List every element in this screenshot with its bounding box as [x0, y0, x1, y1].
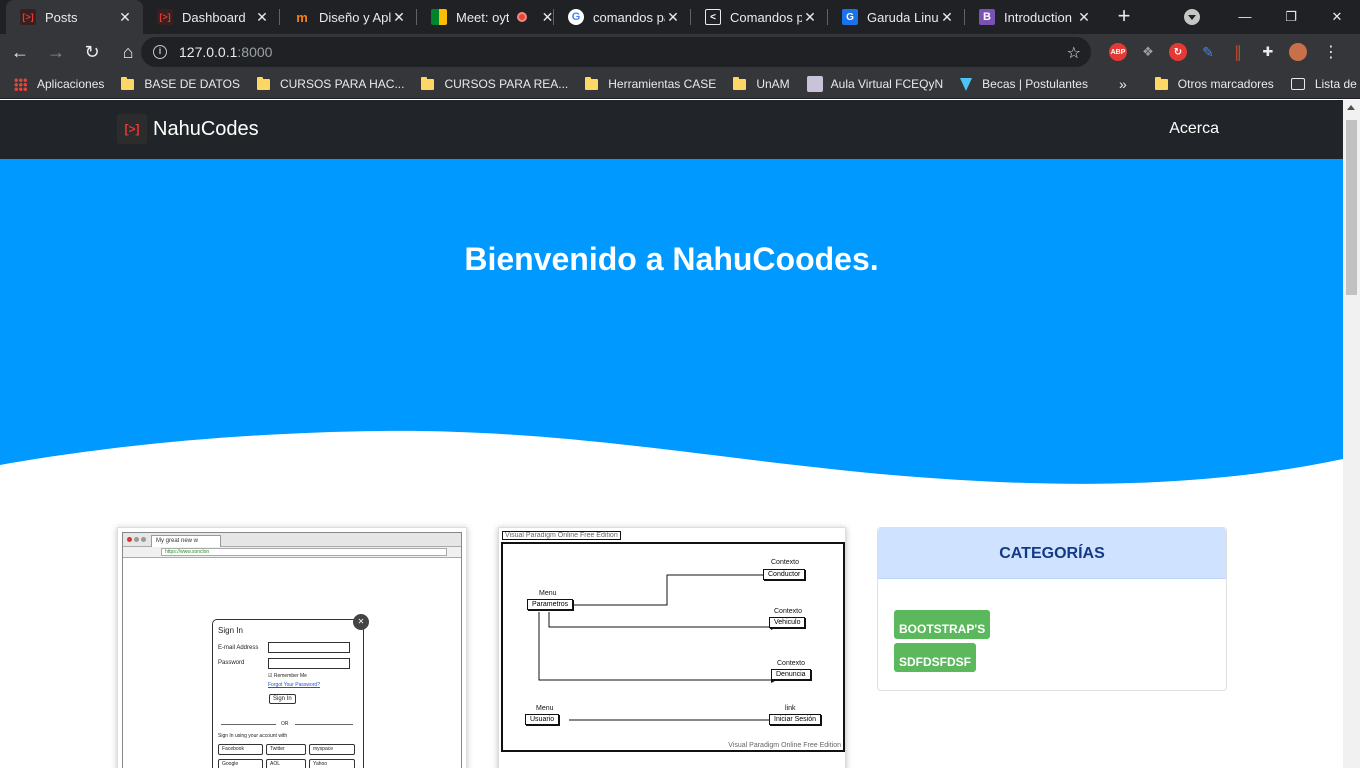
tab-dashboard[interactable]: [>] Dashboard ✕	[143, 0, 280, 34]
nav-link-acerca[interactable]: Acerca	[1169, 120, 1219, 138]
extensions-area: ABP ❖ ↻ ✎ ║ ✚ ⋮	[1103, 34, 1339, 70]
image-icon	[806, 76, 823, 92]
close-icon[interactable]: ✕	[802, 9, 818, 25]
reading-list-icon	[1290, 78, 1305, 90]
tab-title: Garuda Linux	[867, 9, 939, 25]
brand-name: NahuCodes	[153, 117, 259, 140]
browser-toolbar: ← → ↻ ⌂ i 127.0.0.1:8000 ☆ ABP ❖ ↻ ✎ ║ ✚…	[0, 34, 1360, 70]
garuda-icon: G	[842, 9, 858, 25]
page-scrollbar[interactable]	[1343, 100, 1360, 768]
site-info-icon[interactable]: i	[153, 45, 167, 59]
bootstrap-icon: B	[979, 9, 995, 25]
tab-search-icon[interactable]	[1184, 9, 1200, 25]
bookmarks-bar: Aplicaciones BASE DE DATOS CURSOS PARA H…	[0, 70, 1360, 99]
tab-title: Diseño y Aplic	[319, 9, 391, 25]
post-card[interactable]: Visual Paradigm Online Free Edition Menu…	[498, 527, 846, 768]
close-icon[interactable]: ✕	[1076, 9, 1092, 25]
folder-icon	[585, 76, 599, 90]
bookmark-becas[interactable]: Becas | Postulantes	[960, 77, 1088, 91]
code-icon: <	[705, 9, 721, 25]
nahucodes-icon: [>]	[157, 9, 173, 25]
site-navbar: [>] NahuCodes Acerca	[0, 100, 1343, 159]
more-menu-icon[interactable]: ⋮	[1323, 42, 1339, 62]
hero-title: Bienvenido a NahuCoodes.	[464, 241, 879, 277]
close-icon[interactable]: ✕	[391, 9, 407, 25]
close-icon[interactable]: ✕	[665, 9, 681, 25]
categories-card: CATEGORÍAS BOOTSTRAP'S SDFDSFDSF	[877, 527, 1227, 691]
apps-grid-icon	[14, 77, 27, 91]
sync-extension-icon[interactable]: ↻	[1169, 43, 1187, 61]
scroll-up-icon[interactable]	[1347, 105, 1355, 110]
reload-icon[interactable]: ↻	[76, 36, 108, 68]
bookmark-base-de-datos[interactable]: BASE DE DATOS	[121, 76, 240, 91]
triangle-icon	[960, 77, 973, 91]
more-bookmarks-button[interactable]: »	[1119, 76, 1127, 92]
post-image-wireframe: My great new w https://www.sonclon ✕ Sig…	[122, 532, 462, 768]
bookmark-herramientas-case[interactable]: Herramientas CASE	[585, 76, 716, 91]
bookmark-aula-virtual[interactable]: Aula Virtual FCEQyN	[806, 76, 943, 92]
tab-introduction[interactable]: B Introduction ✕	[965, 0, 1102, 34]
nahucodes-logo-icon: [>]	[117, 114, 147, 144]
tab-garuda[interactable]: G Garuda Linux ✕	[828, 0, 965, 34]
google-icon: G	[568, 9, 584, 25]
brand-link[interactable]: [>] NahuCodes	[117, 114, 259, 144]
post-card[interactable]: My great new w https://www.sonclon ✕ Sig…	[117, 527, 467, 768]
folder-icon	[421, 76, 435, 90]
tab-title: Dashboard	[182, 9, 246, 25]
recording-icon	[517, 12, 528, 22]
address-bar[interactable]: i 127.0.0.1:8000 ☆	[141, 37, 1091, 67]
close-icon[interactable]: ✕	[117, 9, 133, 25]
tab-posts[interactable]: [>] Posts ✕	[6, 0, 143, 34]
tab-title: Meet: oyt	[456, 9, 510, 25]
categories-title: CATEGORÍAS	[878, 528, 1226, 579]
bar-extension-icon[interactable]: ║	[1229, 43, 1247, 61]
folder-icon	[1154, 76, 1168, 90]
tab-title: Introduction	[1004, 9, 1072, 25]
restore-button[interactable]: ❐	[1268, 0, 1314, 34]
tab-title: Comandos pa	[730, 9, 802, 25]
avatar[interactable]	[1289, 43, 1307, 61]
tab-title: comandos pa	[593, 9, 665, 25]
bookmark-star-icon[interactable]: ☆	[1067, 43, 1081, 63]
bookmark-otros-marcadores[interactable]: Otros marcadores	[1154, 76, 1274, 91]
category-tag[interactable]: SDFDSFDSF	[894, 643, 976, 672]
close-icon[interactable]: ✕	[254, 9, 270, 25]
bookmark-cursos-rea[interactable]: CURSOS PARA REA...	[421, 76, 568, 91]
tab-comandos-google[interactable]: G comandos pa ✕	[554, 0, 691, 34]
tab-title: Posts	[45, 9, 78, 25]
category-tag[interactable]: BOOTSTRAP'S	[894, 610, 991, 639]
nahucodes-icon: [>]	[20, 9, 36, 25]
tab-diseno[interactable]: m Diseño y Aplic ✕	[280, 0, 417, 34]
adblock-plus-icon[interactable]: ABP	[1109, 43, 1127, 61]
back-icon[interactable]: ←	[4, 36, 36, 68]
moodle-icon: m	[296, 9, 308, 25]
reading-list-button[interactable]: Lista de lectura	[1290, 77, 1360, 91]
browser-tab-strip: [>] Posts ✕ [>] Dashboard ✕ m Diseño y A…	[0, 0, 1360, 34]
close-window-button[interactable]: ✕	[1314, 0, 1360, 34]
page-viewport: [>] NahuCodes Acerca Bienvenido a NahuCo…	[0, 100, 1343, 768]
hero-wave-background	[0, 159, 1343, 484]
folder-icon	[256, 76, 270, 90]
feather-extension-icon[interactable]: ✎	[1199, 43, 1217, 61]
close-icon[interactable]: ✕	[939, 9, 955, 25]
forward-icon[interactable]: →	[40, 36, 72, 68]
minimize-button[interactable]: —	[1222, 0, 1268, 34]
url-text: 127.0.0.1:8000	[179, 44, 273, 60]
google-meet-icon	[431, 9, 447, 25]
scrollbar-thumb[interactable]	[1346, 120, 1357, 295]
hero-section: Bienvenido a NahuCoodes.	[0, 159, 1343, 499]
bookmark-cursos-hac[interactable]: CURSOS PARA HAC...	[256, 76, 404, 91]
bookmark-unam[interactable]: UnAM	[733, 76, 790, 91]
folder-icon	[733, 76, 747, 90]
window-controls: — ❐ ✕	[1184, 0, 1360, 34]
new-tab-button[interactable]: +	[1110, 0, 1138, 34]
dropbox-icon[interactable]: ❖	[1139, 43, 1157, 61]
bookmark-aplicaciones[interactable]: Aplicaciones	[14, 77, 104, 91]
tab-meet[interactable]: Meet: oyt ✕	[417, 0, 554, 34]
tab-comandos[interactable]: < Comandos pa ✕	[691, 0, 828, 34]
home-icon[interactable]: ⌂	[112, 36, 144, 68]
puzzle-icon[interactable]: ✚	[1259, 43, 1277, 61]
folder-icon	[121, 76, 135, 90]
